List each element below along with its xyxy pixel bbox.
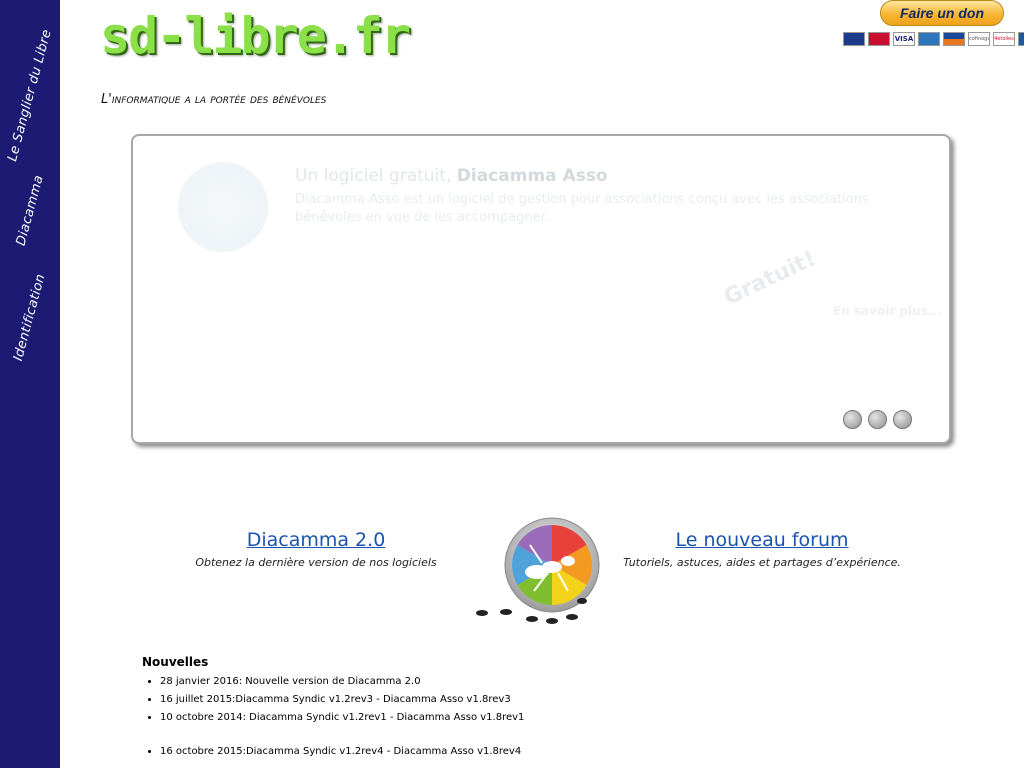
cofinoga-icon: cofinoga xyxy=(968,32,990,46)
diacamma-ant-logo-icon xyxy=(178,162,268,252)
sidebar-item-diacamma[interactable]: Diacamma xyxy=(0,173,60,247)
amex-icon xyxy=(918,32,940,46)
slide-title: Un logiciel gratuit, Diacamma Asso xyxy=(295,166,608,186)
slider-pagination xyxy=(843,410,912,429)
news-list-2: 16 octobre 2015:Diacamma Syndic v1.2rev4… xyxy=(142,743,742,761)
news-list: 28 janvier 2016: Nouvelle version de Dia… xyxy=(142,673,742,727)
slider-dot-1[interactable] xyxy=(843,410,862,429)
aurore-icon xyxy=(943,32,965,46)
sidebar-item-label: Le Sanglier du Libre xyxy=(5,27,55,163)
sidebar: Le Sanglier du Libre Diacamma Identifica… xyxy=(0,0,60,768)
sidebar-item-label: Diacamma xyxy=(13,173,47,247)
news-item: 16 juillet 2015:Diacamma Syndic v1.2rev3… xyxy=(160,691,742,709)
news-item: 28 janvier 2016: Nouvelle version de Dia… xyxy=(160,673,742,691)
news-item: 10 octobre 2014: Diacamma Syndic v1.2rev… xyxy=(160,709,742,727)
diacamma-colorwheel-logo-icon xyxy=(476,517,600,624)
slide-title-prefix: Un logiciel gratuit, xyxy=(295,166,452,186)
news-section: Nouvelles 28 janvier 2016: Nouvelle vers… xyxy=(142,655,742,761)
cb-icon xyxy=(1018,32,1024,46)
diacamma-subtitle: Obtenez la dernière version de nos logic… xyxy=(195,556,437,569)
diacamma-link[interactable]: Diacamma 2.0 xyxy=(166,526,466,554)
maestro-icon xyxy=(843,32,865,46)
mastercard-icon xyxy=(868,32,890,46)
news-item: 16 octobre 2015:Diacamma Syndic v1.2rev4… xyxy=(160,743,742,761)
slider-dot-3[interactable] xyxy=(893,410,912,429)
slider-dot-2[interactable] xyxy=(868,410,887,429)
site-tagline: L'informatique a la portée des bénévoles xyxy=(101,92,327,107)
forum-link[interactable]: Le nouveau forum xyxy=(612,526,912,554)
payment-cards: VISA cofinoga 4étoiles xyxy=(843,32,1024,46)
slide-more-link[interactable]: En savoir plus... xyxy=(833,304,942,318)
news-title: Nouvelles xyxy=(142,655,209,669)
site-logo[interactable]: sd-libre.fr xyxy=(100,6,411,66)
visa-icon: VISA xyxy=(893,32,915,46)
sidebar-item-sanglier[interactable]: Le Sanglier du Libre xyxy=(0,27,60,162)
donate-button[interactable]: Faire un don xyxy=(880,0,1004,26)
sidebar-item-identification[interactable]: Identification xyxy=(0,272,60,363)
feature-forum: Le nouveau forum Tutoriels, astuces, aid… xyxy=(612,526,912,569)
sidebar-item-label: Identification xyxy=(11,272,49,363)
feature-diacamma: Diacamma 2.0 Obtenez la dernière version… xyxy=(166,526,466,569)
slide-text: Diacamma Asso est un logiciel de gestion… xyxy=(295,192,869,225)
slide-title-product: Diacamma Asso xyxy=(456,166,608,186)
slide-stamp: Gratuit! xyxy=(720,246,820,311)
featured-slider: Un logiciel gratuit, Diacamma Asso Diaca… xyxy=(131,134,951,444)
4etoiles-icon: 4étoiles xyxy=(993,32,1015,46)
forum-subtitle: Tutoriels, astuces, aides et partages d’… xyxy=(623,556,901,569)
